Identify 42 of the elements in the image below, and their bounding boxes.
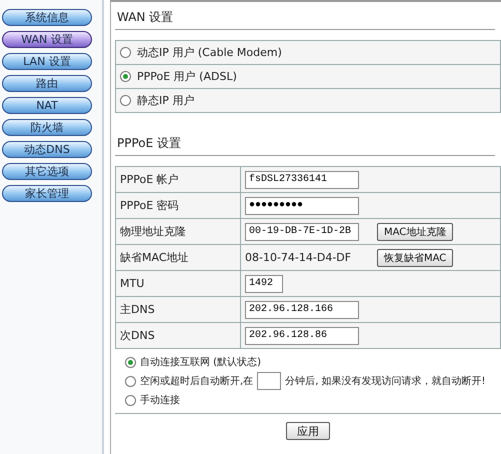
field-label: PPPoE 帐户 — [116, 166, 240, 192]
nav-item[interactable]: 系统信息 — [2, 9, 92, 26]
radio-label-suffix: 分钟后, 如果没有发现访问请求，就自动断开! — [285, 374, 486, 388]
field-label: MTU — [116, 270, 240, 296]
nav-item[interactable]: 其它选项 — [2, 163, 92, 180]
nav-item[interactable]: 防火墙 — [2, 119, 92, 136]
clone-mac-button[interactable]: MAC地址克隆 — [377, 222, 454, 240]
field-label: 次DNS — [116, 322, 240, 348]
section-title: PPPoE 设置 — [115, 131, 495, 156]
radio-button[interactable] — [120, 71, 131, 82]
radio-label: 自动连接互联网 (默认状态) — [140, 356, 261, 369]
radio-button[interactable] — [125, 376, 136, 386]
radio-label: 动态IP 用户 (Cable Modem) — [137, 45, 282, 60]
text-field[interactable]: 00-19-DB-7E-1D-2B — [245, 222, 359, 240]
radio-label: 静态IP 用户 — [137, 93, 194, 108]
radio-button[interactable] — [125, 394, 136, 406]
radio-button[interactable] — [120, 95, 131, 106]
radio-label: 手动连接 — [140, 394, 180, 407]
nav-item[interactable]: 动态DNS — [2, 141, 92, 158]
nav-item[interactable]: 家长管理 — [2, 185, 92, 202]
text-field[interactable]: 202.96.128.86 — [245, 326, 359, 344]
radio-label: 空闲或超时后自动断开,在 — [140, 374, 254, 388]
text-field[interactable]: fsDSL27336141 — [245, 170, 359, 188]
section-title: WAN 设置 — [115, 5, 495, 30]
radio-button[interactable] — [120, 47, 131, 58]
apply-button[interactable]: 应用 — [286, 422, 330, 440]
minutes-field[interactable] — [257, 372, 282, 390]
field-label: PPPoE 密码 — [116, 192, 240, 218]
nav-item[interactable]: WAN 设置 — [2, 31, 92, 48]
nav-item[interactable]: NAT — [2, 97, 92, 114]
text-field[interactable]: 202.96.128.166 — [245, 300, 359, 318]
nav-item[interactable]: LAN 设置 — [2, 53, 92, 70]
restore-mac-button[interactable]: 恢复缺省MAC — [377, 248, 454, 266]
text-field[interactable]: ●●●●●●●●● — [245, 196, 359, 214]
field-label: 缺省MAC地址 — [116, 244, 240, 270]
text-field[interactable]: 1492 — [245, 274, 283, 292]
radio-button[interactable] — [125, 356, 136, 368]
nav-item[interactable]: 路由 — [2, 75, 92, 92]
field-label: 主DNS — [116, 296, 240, 322]
mac-address: 08-10-74-14-D4-DF — [245, 251, 352, 264]
radio-label: PPPoE 用户 (ADSL) — [137, 69, 237, 84]
field-label: 物理地址克隆 — [116, 218, 240, 244]
